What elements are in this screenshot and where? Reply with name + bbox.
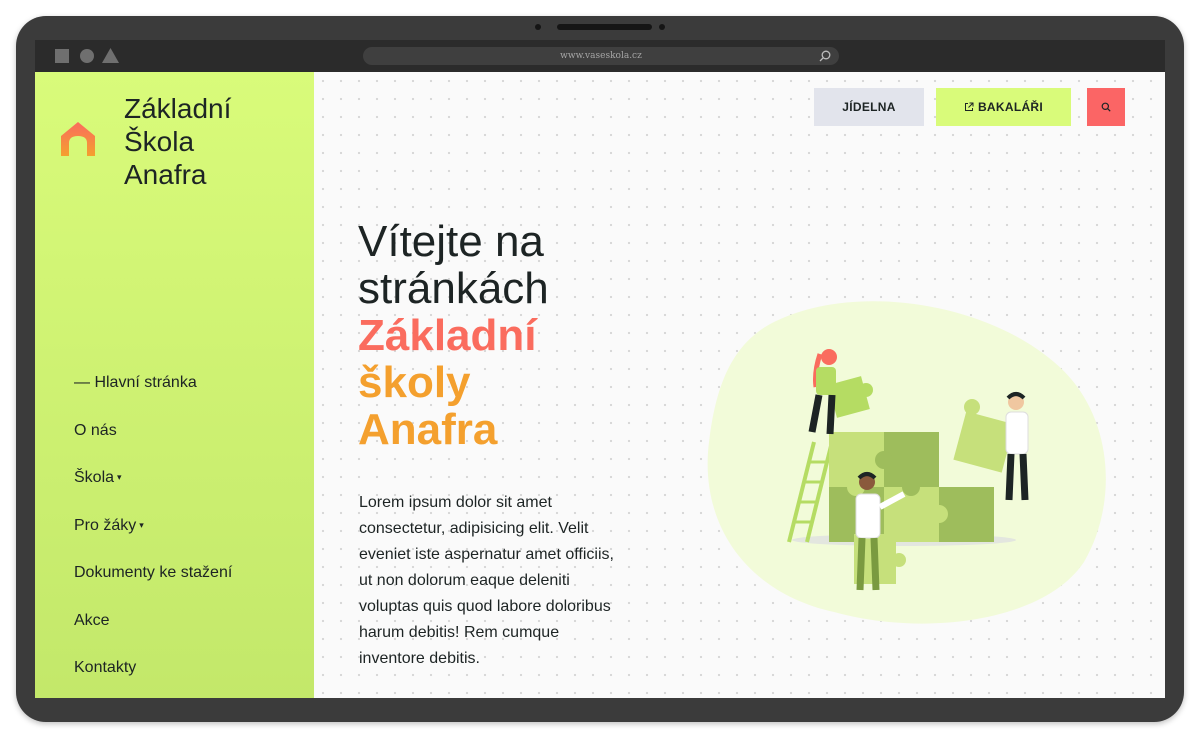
- nav-item-events[interactable]: Akce: [74, 612, 232, 660]
- puzzle-illustration: [707, 301, 1106, 624]
- caret-down-icon: ▾: [117, 472, 122, 482]
- screen: www.vaseskola.cz Základní Škola Anafra —…: [35, 40, 1165, 698]
- external-link-icon: [964, 102, 974, 111]
- search-button[interactable]: [1087, 88, 1125, 126]
- search-icon: [1101, 102, 1111, 112]
- square-icon[interactable]: [55, 49, 69, 63]
- nav-item-documents[interactable]: Dokumenty ke stažení: [74, 564, 232, 612]
- sidebar: Základní Škola Anafra — Hlavní stránka O…: [35, 72, 314, 698]
- hero-paragraph: Lorem ipsum dolor sit amet consectetur, …: [359, 494, 614, 667]
- url-text: www.vaseskola.cz: [560, 51, 642, 61]
- nav-item-about[interactable]: O nás: [74, 422, 232, 470]
- nav-item-school[interactable]: Škola ▾: [74, 469, 232, 517]
- nav-item-students[interactable]: Pro žáky ▾: [74, 517, 232, 565]
- main-nav: — Hlavní stránka O nás Škola ▾ Pro žáky ▾ …: [74, 374, 232, 698]
- sensor-dot: [659, 24, 665, 30]
- nav-item-contacts[interactable]: Kontakty: [74, 659, 232, 698]
- search-icon[interactable]: [819, 50, 831, 62]
- circle-icon[interactable]: [80, 49, 94, 63]
- main-content: JÍDELNA BAKALÁŘI Vítejte na stránkách Zá…: [314, 72, 1165, 698]
- camera-dot: [535, 24, 541, 30]
- house-logo-icon[interactable]: [59, 121, 97, 156]
- nav-item-home[interactable]: — Hlavní stránka: [74, 374, 232, 422]
- device-frame: www.vaseskola.cz Základní Škola Anafra —…: [16, 16, 1184, 722]
- speaker-bar: [557, 24, 652, 30]
- school-name[interactable]: Základní Škola Anafra: [124, 92, 231, 191]
- bakalari-button[interactable]: BAKALÁŘI: [936, 88, 1071, 126]
- hero-heading: Vítejte na stránkách Základní školy Anaf…: [358, 217, 549, 454]
- triangle-icon[interactable]: [102, 48, 119, 63]
- caret-down-icon: ▾: [139, 519, 144, 530]
- jidelna-button[interactable]: JÍDELNA: [814, 88, 924, 126]
- browser-toolbar: www.vaseskola.cz: [35, 40, 1165, 72]
- address-bar[interactable]: www.vaseskola.cz: [363, 47, 839, 65]
